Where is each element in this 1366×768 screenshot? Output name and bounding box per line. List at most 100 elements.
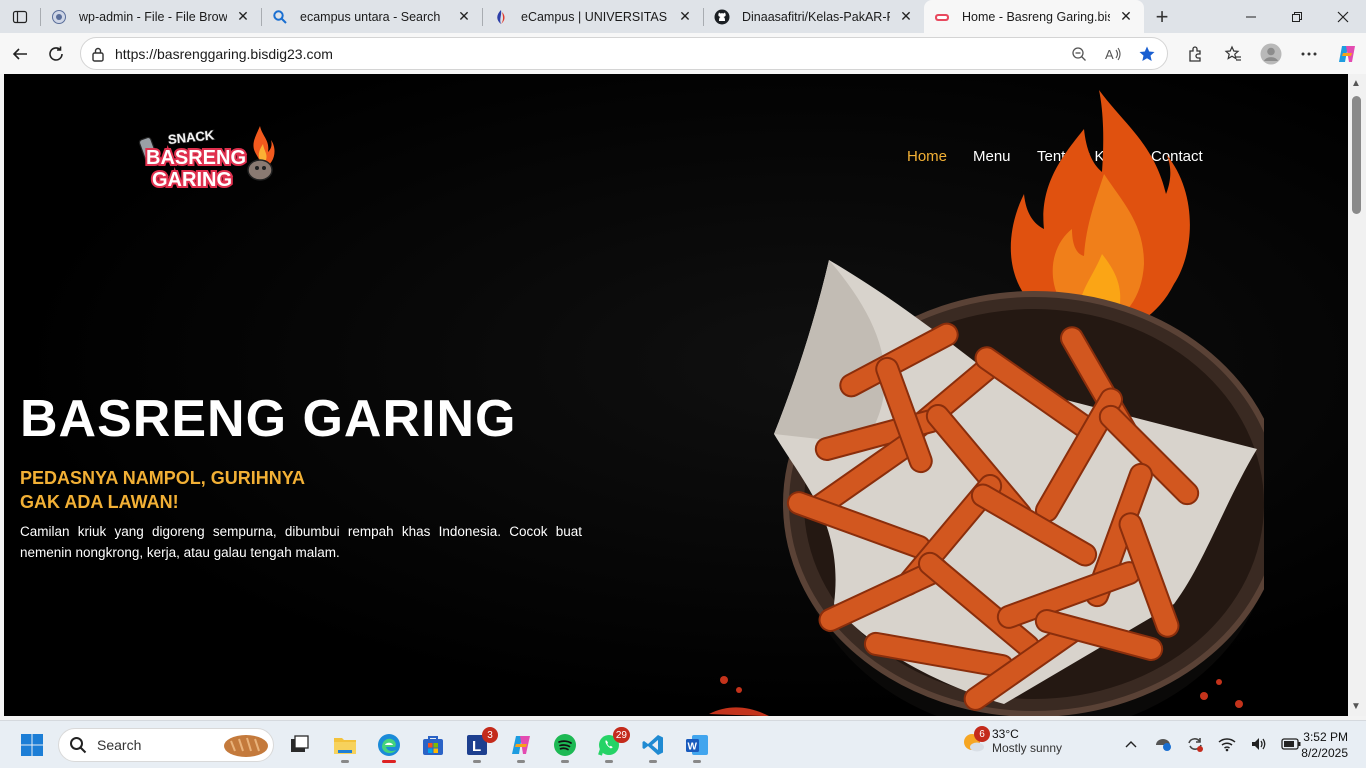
refresh-button[interactable] bbox=[38, 38, 74, 70]
search-icon bbox=[70, 737, 87, 754]
ms-store-button[interactable] bbox=[416, 729, 450, 761]
copilot-icon bbox=[512, 736, 530, 754]
tab-title: ecampus untara - Search bbox=[300, 9, 441, 24]
hero-subtitle-line1: PEDASNYA NAMPOL, GURIHNYA bbox=[20, 468, 306, 488]
file-explorer-button[interactable] bbox=[328, 729, 362, 763]
extensions-icon[interactable] bbox=[1176, 37, 1214, 70]
clock-time: 3:52 PM bbox=[1303, 730, 1348, 744]
running-indicator bbox=[341, 760, 349, 763]
folder-icon bbox=[334, 738, 356, 754]
start-button[interactable] bbox=[15, 729, 49, 761]
back-arrow-icon bbox=[12, 47, 27, 60]
close-tab-icon[interactable]: ✕ bbox=[677, 8, 693, 25]
search-label: Search bbox=[97, 737, 142, 753]
scroll-up-icon[interactable]: ▲ bbox=[1351, 78, 1361, 89]
volume-icon[interactable] bbox=[1248, 733, 1270, 755]
more-options-icon[interactable] bbox=[1290, 37, 1328, 70]
logo-snack-text: SNACK bbox=[167, 127, 215, 147]
tab-ecampus-search[interactable]: ecampus untara - Search ✕ bbox=[262, 0, 482, 33]
hero-description: Camilan kriuk yang digoreng sempurna, di… bbox=[20, 524, 582, 560]
tab-wp-admin[interactable]: wp-admin - File - File Browser ✕ bbox=[41, 0, 261, 33]
site-info-icon[interactable] bbox=[81, 46, 115, 62]
lumin-button[interactable]: L 3 bbox=[460, 727, 498, 763]
tab-title: wp-admin - File - File Browser bbox=[79, 9, 227, 24]
favorites-icon[interactable] bbox=[1214, 37, 1252, 70]
running-indicator bbox=[693, 760, 701, 763]
minimize-button[interactable] bbox=[1228, 0, 1274, 33]
taskbar-search[interactable]: Search bbox=[58, 728, 274, 762]
url-text[interactable]: https://basrenggaring.bisdig23.com bbox=[115, 46, 1065, 62]
edge-button[interactable] bbox=[372, 729, 406, 763]
github-icon bbox=[714, 9, 730, 25]
vscode-icon bbox=[642, 735, 663, 755]
vpn-shield-icon[interactable] bbox=[1152, 733, 1174, 755]
wifi-icon[interactable] bbox=[1216, 733, 1238, 755]
weather-badge: 6 bbox=[974, 726, 990, 742]
weather-sun-icon: 6 bbox=[960, 726, 990, 754]
edge-icon bbox=[378, 734, 400, 756]
tab-title: Dinaasafitri/Kelas-PakAR-Pera bbox=[742, 9, 890, 24]
vscode-button[interactable] bbox=[636, 729, 670, 763]
windows-taskbar: Search L 3 29 W 6 33°C Mostly sunny 3:52… bbox=[0, 720, 1366, 768]
read-aloud-icon[interactable]: A bbox=[1099, 40, 1127, 68]
hero-title: BASRENG GARING bbox=[20, 390, 517, 448]
running-indicator bbox=[605, 760, 613, 763]
weather-condition: Mostly sunny bbox=[992, 741, 1063, 755]
whatsapp-button[interactable]: 29 bbox=[592, 727, 630, 763]
logo-basreng-text: BASRENG bbox=[146, 147, 246, 169]
basreng-favicon bbox=[934, 9, 950, 25]
show-hidden-icons-chevron-icon[interactable] bbox=[1120, 733, 1142, 755]
minimize-icon bbox=[1246, 16, 1256, 17]
word-button[interactable]: W bbox=[680, 729, 714, 763]
taskbar-clock[interactable]: 3:52 PM 8/2/2025 bbox=[1290, 729, 1348, 761]
close-window-button[interactable] bbox=[1320, 0, 1366, 33]
address-bar[interactable]: https://basrenggaring.bisdig23.com A bbox=[80, 37, 1168, 70]
close-tab-icon[interactable]: ✕ bbox=[456, 8, 472, 25]
weather-widget[interactable]: 6 33°C Mostly sunny bbox=[960, 726, 1063, 755]
back-button[interactable] bbox=[2, 38, 38, 70]
tab-title: Home - Basreng Garing.bisdig bbox=[962, 9, 1110, 24]
scroll-down-icon[interactable]: ▼ bbox=[1351, 701, 1361, 712]
refresh-icon bbox=[49, 46, 63, 61]
tab-github[interactable]: Dinaasafitri/Kelas-PakAR-Pera ✕ bbox=[704, 0, 924, 33]
new-tab-button[interactable]: + bbox=[1144, 0, 1180, 33]
task-view-button[interactable] bbox=[282, 729, 316, 761]
tab-actions-icon bbox=[12, 10, 28, 23]
tab-basreng-home[interactable]: Home - Basreng Garing.bisdig ✕ bbox=[924, 0, 1144, 33]
tab-actions-button[interactable] bbox=[0, 0, 40, 33]
tab-strip: wp-admin - File - File Browser ✕ ecampus… bbox=[0, 0, 1366, 33]
spotify-button[interactable] bbox=[548, 729, 582, 763]
weather-temp: 33°C bbox=[992, 727, 1019, 741]
globe-icon bbox=[51, 9, 67, 25]
copilot-app-button[interactable] bbox=[504, 729, 538, 763]
favorite-star-icon[interactable] bbox=[1133, 40, 1161, 68]
svg-text:A: A bbox=[1105, 47, 1114, 62]
page-scrollbar[interactable]: ▲ ▼ bbox=[1348, 74, 1366, 716]
ecampus-icon bbox=[493, 9, 509, 25]
notification-badge: 29 bbox=[612, 727, 630, 743]
close-tab-icon[interactable]: ✕ bbox=[898, 8, 914, 25]
profile-avatar[interactable] bbox=[1252, 37, 1290, 70]
system-tray bbox=[1120, 733, 1302, 755]
zoom-out-icon[interactable] bbox=[1065, 40, 1093, 68]
restore-button[interactable] bbox=[1274, 0, 1320, 33]
clock-date: 8/2/2025 bbox=[1301, 746, 1348, 760]
copilot-icon[interactable] bbox=[1328, 37, 1366, 70]
site-logo[interactable]: SNACK BASRENG GARING bbox=[138, 124, 278, 194]
scrollbar-thumb[interactable] bbox=[1352, 96, 1361, 214]
tab-ecampus-untar[interactable]: eCampus | UNIVERSITAS TANG ✕ bbox=[483, 0, 703, 33]
window-controls bbox=[1228, 0, 1366, 33]
close-icon bbox=[1337, 11, 1349, 22]
svg-text:W: W bbox=[688, 742, 698, 753]
spotify-icon bbox=[554, 734, 576, 756]
basreng-bowl-image bbox=[709, 90, 1264, 716]
close-tab-icon[interactable]: ✕ bbox=[235, 8, 251, 25]
hero-subtitle: PEDASNYA NAMPOL, GURIHNYA GAK ADA LAWAN! bbox=[20, 466, 340, 514]
search-icon bbox=[272, 9, 288, 25]
running-indicator bbox=[473, 760, 481, 763]
sync-icon[interactable] bbox=[1184, 733, 1206, 755]
close-tab-icon[interactable]: ✕ bbox=[1118, 8, 1134, 25]
running-indicator bbox=[517, 760, 525, 763]
running-indicator bbox=[561, 760, 569, 763]
web-page: SNACK BASRENG GARING Home Menu Tentang K… bbox=[4, 74, 1348, 716]
